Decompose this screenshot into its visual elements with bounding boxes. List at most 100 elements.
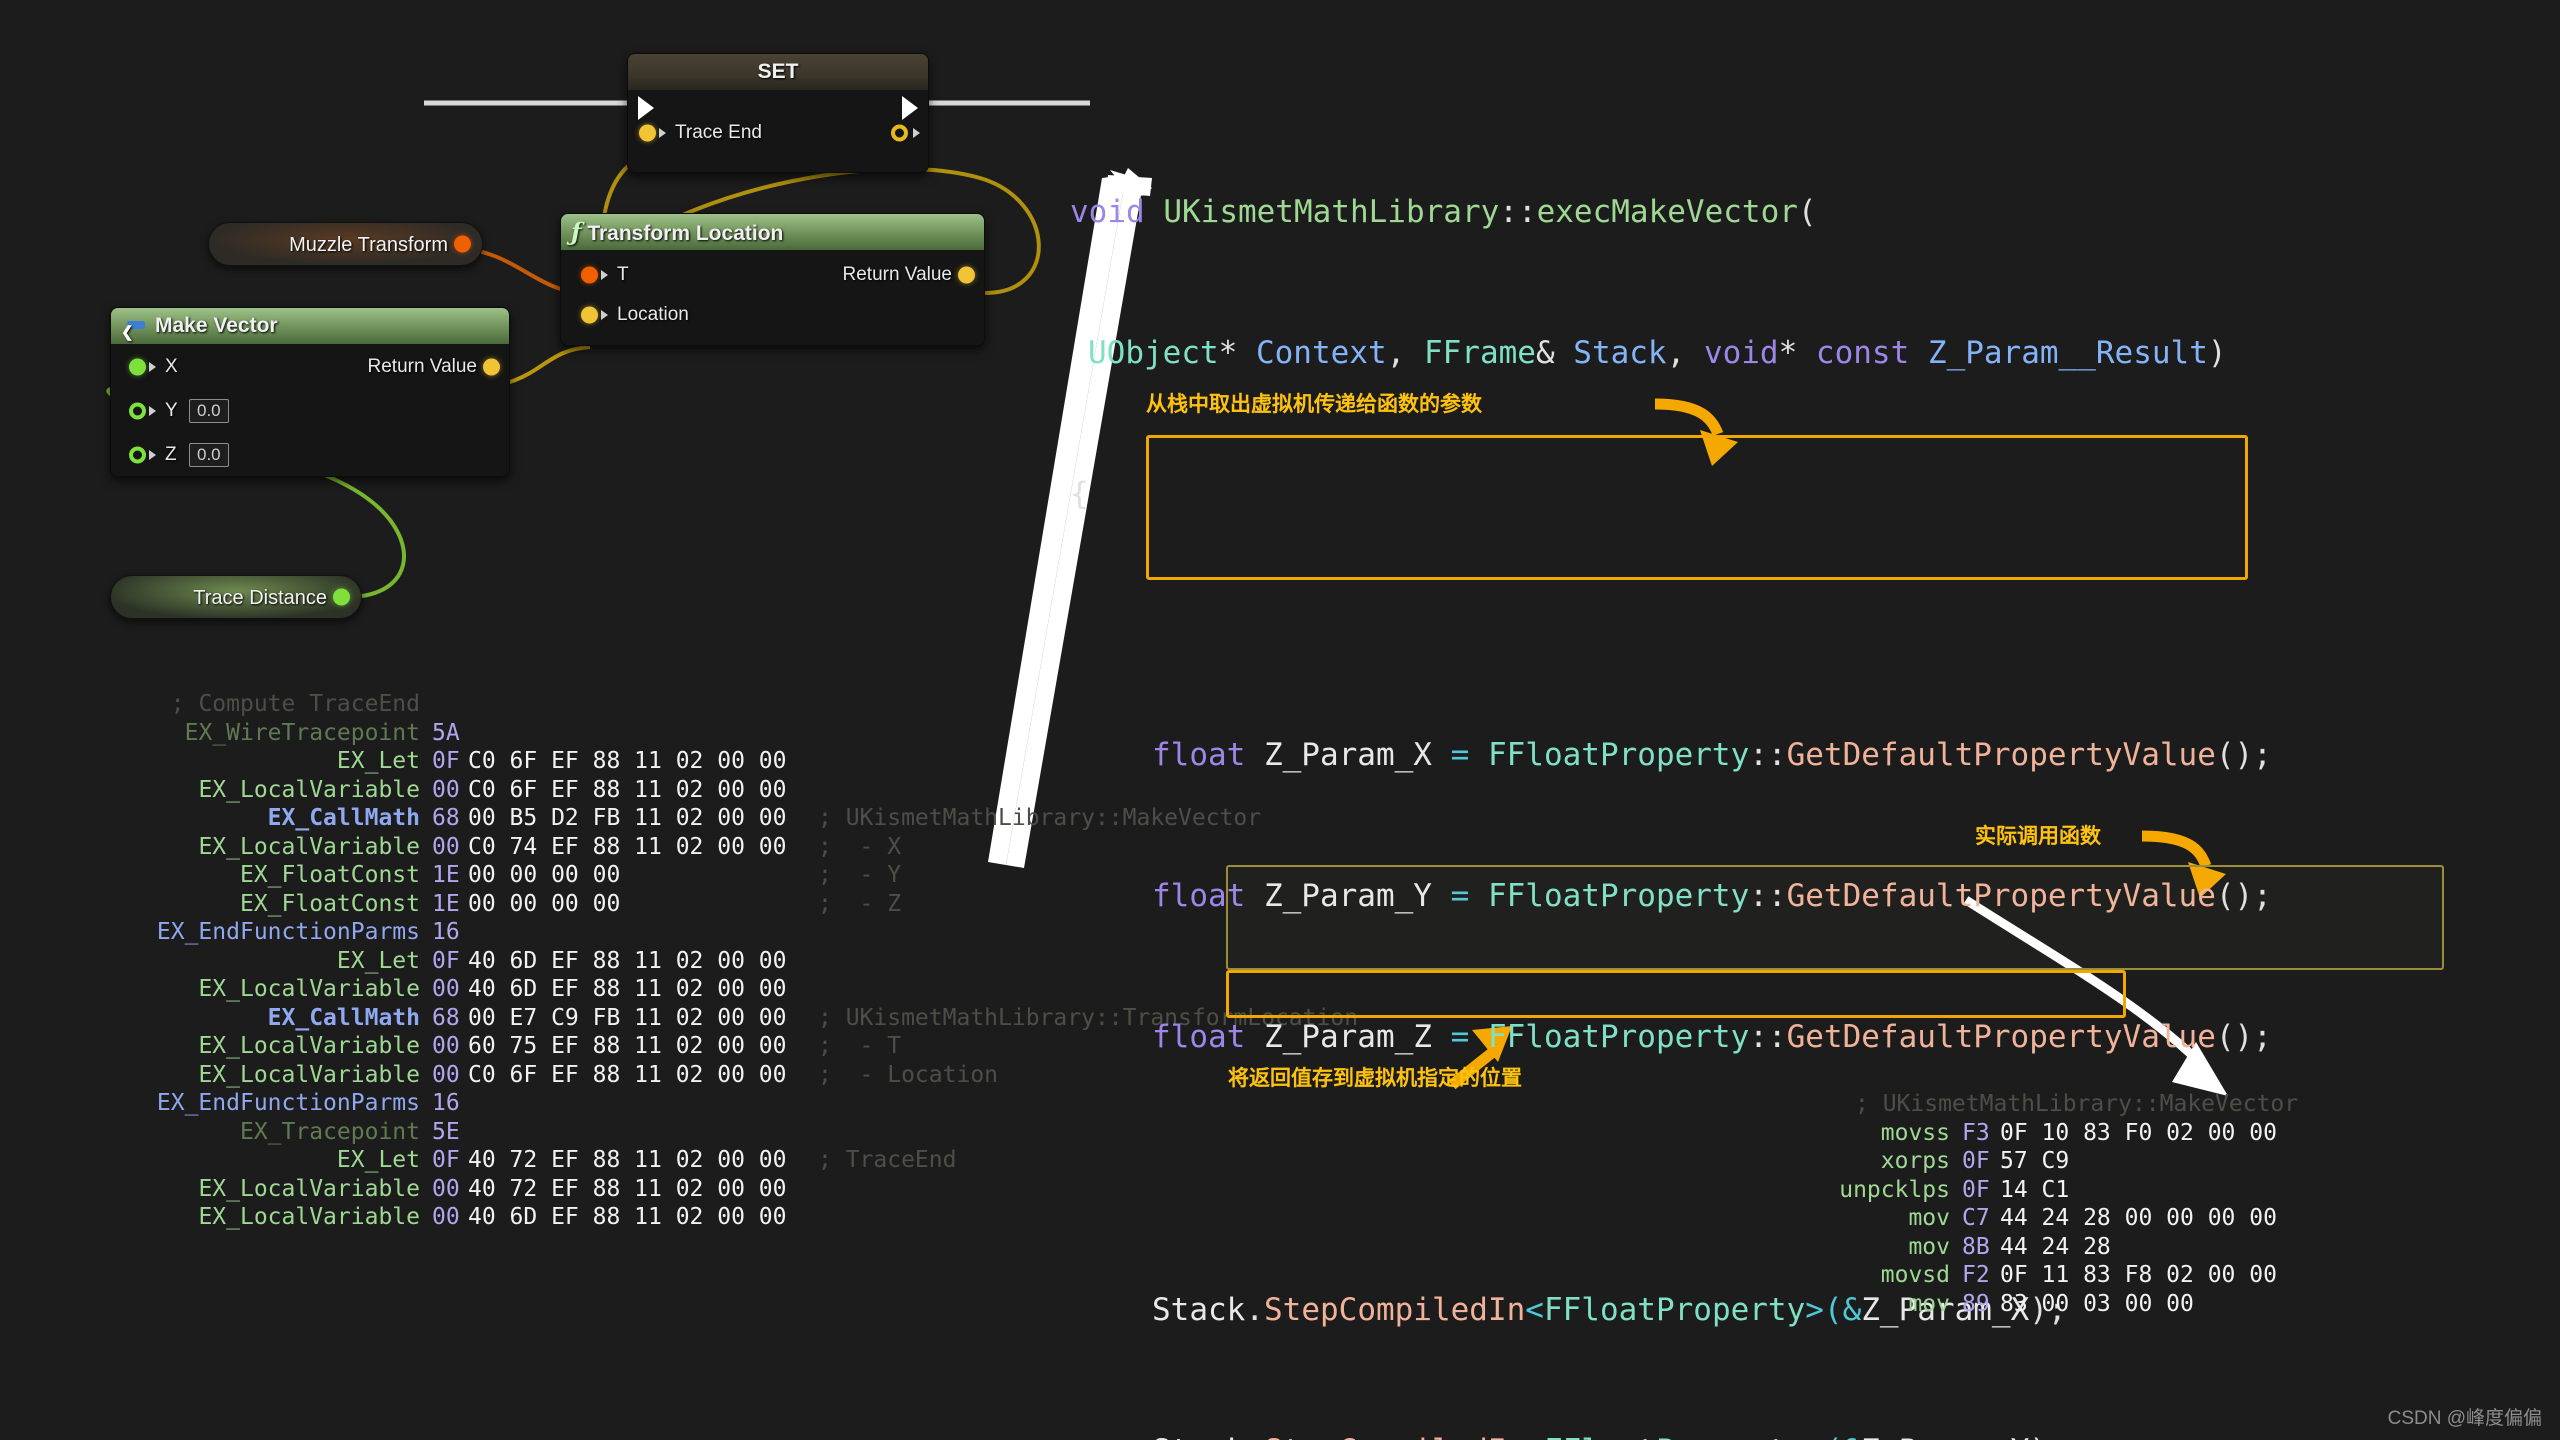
bytecode-row: EX_EndFunctionParms 16 xyxy=(0,1089,1180,1118)
bytecode-opcode-hex: 0F xyxy=(432,947,460,974)
pin-trace-distance-out[interactable] xyxy=(333,588,350,606)
bytecode-opcode: EX_Let xyxy=(336,947,420,974)
pin-z-in[interactable] xyxy=(129,446,146,464)
bytecode-opcode-hex: 0F xyxy=(432,1147,460,1173)
bytecode-opcode: EX_LocalVariable xyxy=(198,1175,420,1202)
bytecode-operand-bytes: 40 6D EF 88 11 02 00 00 xyxy=(468,976,787,1002)
bytecode-comment: ; - Y xyxy=(818,862,902,888)
bytecode-opcode-hex: 00 xyxy=(432,1033,460,1059)
highlight-box-makevector-call xyxy=(1226,865,2444,970)
bytecode-operand-bytes: C0 6F EF 88 11 02 00 00 xyxy=(468,776,787,803)
pill-trace-distance[interactable]: Trace Distance xyxy=(110,575,362,619)
bytecode-opcode: EX_Let xyxy=(336,748,420,774)
disasm-opcode-hex: C7 xyxy=(1962,1205,1990,1231)
disasm-header: ; UKismetMathLibrary::MakeVector xyxy=(1855,1091,2299,1117)
disasm-row: movss F3 0F 10 83 F0 02 00 00 xyxy=(1780,1119,2560,1148)
bytecode-opcode: EX_LocalVariable xyxy=(198,776,420,803)
pin-t-in[interactable] xyxy=(581,266,598,284)
bytecode-opcode-hex: 68 xyxy=(432,1004,460,1031)
pin-x-in[interactable] xyxy=(129,358,146,376)
pin-label-z: Z xyxy=(165,444,177,465)
bytecode-operand-bytes: 00 00 00 00 xyxy=(468,890,621,917)
bytecode-operand-bytes: C0 6F EF 88 11 02 00 00 xyxy=(468,748,787,774)
disassembly-listing: ; UKismetMathLibrary::MakeVector movss F3… xyxy=(1780,1090,2560,1318)
bytecode-operand-bytes: 60 75 EF 88 11 02 00 00 xyxy=(468,1033,787,1059)
bytecode-operand-bytes: 40 6D EF 88 11 02 00 00 xyxy=(468,1204,787,1230)
highlight-box-stepcompiledin xyxy=(1146,435,2248,580)
bytecode-opcode: EX_EndFunctionParms xyxy=(156,1090,420,1116)
bytecode-opcode: EX_EndFunctionParms xyxy=(156,919,420,945)
bytecode-opcode: EX_Tracepoint xyxy=(239,1118,420,1145)
bytecode-row: EX_LocalVariable 00 40 6D EF 88 11 02 00 0… xyxy=(0,975,1180,1004)
pin-trace-end-in[interactable] xyxy=(639,124,656,142)
disasm-bytes: 83 00 03 00 00 xyxy=(2000,1290,2194,1317)
pin-muzzle-out[interactable] xyxy=(454,235,471,253)
bytecode-opcode-hex: 00 xyxy=(432,1175,460,1202)
blueprint-graph: SET Trace End ƒ Transform Location T Ret… xyxy=(0,0,1100,680)
bytecode-comment: ; - Z xyxy=(818,890,902,917)
bytecode-opcode: EX_WireTracepoint xyxy=(184,719,420,746)
pin-mv-return-out[interactable] xyxy=(483,358,500,376)
bytecode-row: EX_EndFunctionParms 16 xyxy=(0,918,1180,947)
watermark: CSDN @峰度偏偏 xyxy=(2387,1408,2542,1429)
pin-label-t: T xyxy=(617,264,629,285)
bytecode-opcode: EX_FloatConst xyxy=(239,862,420,888)
disasm-row: mov C7 44 24 28 00 00 00 00 xyxy=(1780,1204,2560,1233)
disasm-row: movsd F2 0F 11 83 F8 02 00 00 xyxy=(1780,1261,2560,1290)
input-z-value[interactable]: 0.0 xyxy=(189,443,229,467)
bytecode-opcode-hex: 00 xyxy=(432,976,460,1002)
bytecode-comment: ; TraceEnd xyxy=(818,1147,957,1173)
bytecode-opcode-hex: 0F xyxy=(432,748,460,774)
node-make-vector[interactable]: ❮ Make Vector X Return Value Y 0.0 Z 0.0 xyxy=(110,307,510,477)
pin-location-in[interactable] xyxy=(581,306,598,324)
pin-return-value-out[interactable] xyxy=(958,266,975,284)
pill-muzzle-transform-label: Muzzle Transform xyxy=(289,234,448,256)
node-make-vector-title-text: Make Vector xyxy=(155,314,278,337)
bytecode-row: EX_LocalVariable 00 C0 6F EF 88 11 02 00 0… xyxy=(0,1061,1180,1090)
bytecode-comment: ; - X xyxy=(818,833,902,860)
bytecode-opcode: EX_LocalVariable xyxy=(198,1061,420,1088)
node-transform-title-text: Transform Location xyxy=(587,222,784,245)
pin-trace-end-out[interactable] xyxy=(891,124,908,142)
bytecode-opcode-hex: 5A xyxy=(432,719,460,746)
bytecode-listing: ; Compute TraceEnd EX_WireTracepoint 5A EX_… xyxy=(0,690,1358,1232)
pin-label-trace-end: Trace End xyxy=(675,122,762,143)
bytecode-opcode: EX_LocalVariable xyxy=(198,976,420,1002)
bytecode-operand-bytes: 00 E7 C9 FB 11 02 00 00 xyxy=(468,1004,787,1031)
node-set[interactable]: SET Trace End xyxy=(627,53,929,173)
bytecode-opcode-hex: 16 xyxy=(432,919,460,945)
input-y-value[interactable]: 0.0 xyxy=(189,399,229,423)
bytecode-row: EX_WireTracepoint 5A xyxy=(0,719,1180,748)
disasm-opcode-hex: 8B xyxy=(1962,1233,1990,1260)
bytecode-opcode-hex: 68 xyxy=(432,805,460,831)
pin-label-y: Y xyxy=(165,400,178,421)
bytecode-opcode: EX_LocalVariable xyxy=(198,1204,420,1230)
bytecode-operand-bytes: C0 6F EF 88 11 02 00 00 xyxy=(468,1061,787,1088)
bytecode-opcode-hex: 5E xyxy=(432,1118,460,1145)
node-transform-location[interactable]: ƒ Transform Location T Return Value Locat… xyxy=(560,213,985,346)
bytecode-opcode-hex: 00 xyxy=(432,1061,460,1088)
bytecode-row: EX_FloatConst 1E 00 00 00 00 ; - Y xyxy=(0,861,1180,890)
pill-muzzle-transform[interactable]: Muzzle Transform xyxy=(208,222,483,266)
disasm-row: mov 8B 44 24 28 xyxy=(1780,1233,2560,1262)
cpp-line-decl-z: float Z_Param_Z = FFloatProperty::GetDef… xyxy=(1152,1019,2272,1055)
pin-y-in[interactable] xyxy=(129,402,146,420)
bytecode-operand-bytes: 40 72 EF 88 11 02 00 00 xyxy=(468,1175,787,1202)
pin-label-return-value: Return Value xyxy=(842,264,953,285)
note-params: 从栈中取出虚拟机传递给函数的参数 xyxy=(1146,393,1482,416)
pill-trace-distance-label: Trace Distance xyxy=(193,587,327,609)
bytecode-opcode: EX_LocalVariable xyxy=(198,1033,420,1059)
bytecode-opcode: EX_CallMath xyxy=(267,1004,420,1031)
bytecode-comment: ; - Location xyxy=(818,1061,999,1088)
disasm-mnemonic: mov xyxy=(1908,1233,1950,1260)
disasm-opcode-hex: 89 xyxy=(1962,1290,1990,1317)
disasm-mnemonic: unpcklps xyxy=(1839,1176,1950,1203)
disasm-opcode-hex: 0F xyxy=(1962,1148,1990,1174)
bytecode-row: EX_LocalVariable 00 60 75 EF 88 11 02 00 0… xyxy=(0,1032,1180,1061)
bytecode-opcode-hex: 00 xyxy=(432,776,460,803)
bytecode-opcode: EX_CallMath xyxy=(267,805,420,831)
disasm-opcode-hex: 0F xyxy=(1962,1176,1990,1203)
bytecode-operand-bytes: 00 B5 D2 FB 11 02 00 00 xyxy=(468,805,787,831)
node-set-title: SET xyxy=(628,54,928,90)
bytecode-row: EX_LocalVariable 00 C0 74 EF 88 11 02 00 0… xyxy=(0,833,1180,862)
